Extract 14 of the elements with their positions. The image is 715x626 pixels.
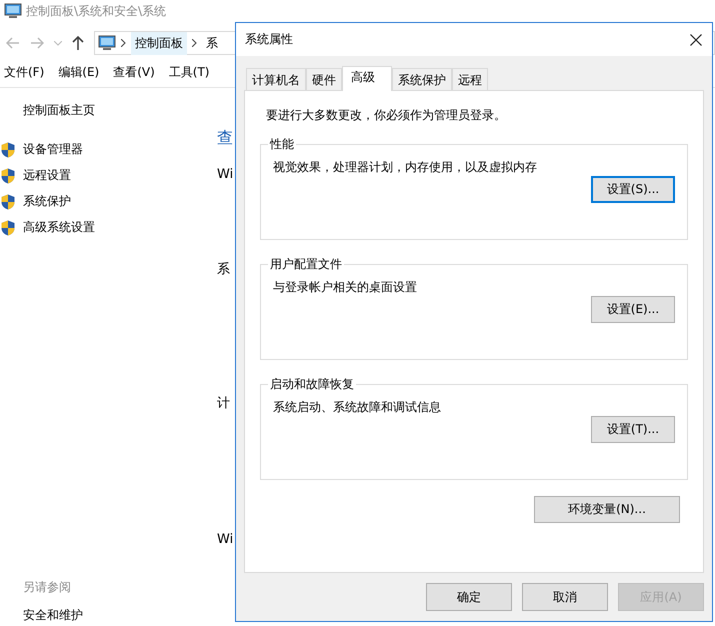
content-text: Wi <box>217 532 234 547</box>
section-heading: 另请参阅 <box>23 579 72 596</box>
content-text: 计 <box>217 395 230 412</box>
content-text: Wi <box>217 167 234 182</box>
group-title: 用户配置文件 <box>269 256 343 273</box>
content-text: 系 <box>217 261 230 278</box>
group-description: 系统启动、系统故障和调试信息 <box>273 399 442 416</box>
group-description: 视觉效果，处理器计划，内存使用，以及虚拟内存 <box>273 159 538 176</box>
window-title: 控制面板\系统和安全\系统 <box>26 2 166 20</box>
notice-text: 要进行大多数更改，你必须作为管理员登录。 <box>265 107 507 124</box>
group-title: 启动和故障恢复 <box>269 376 355 393</box>
group-description: 与登录帐户相关的桌面设置 <box>273 279 418 296</box>
group-title: 性能 <box>268 136 295 153</box>
dialog-title: 系统属性 <box>245 31 293 48</box>
